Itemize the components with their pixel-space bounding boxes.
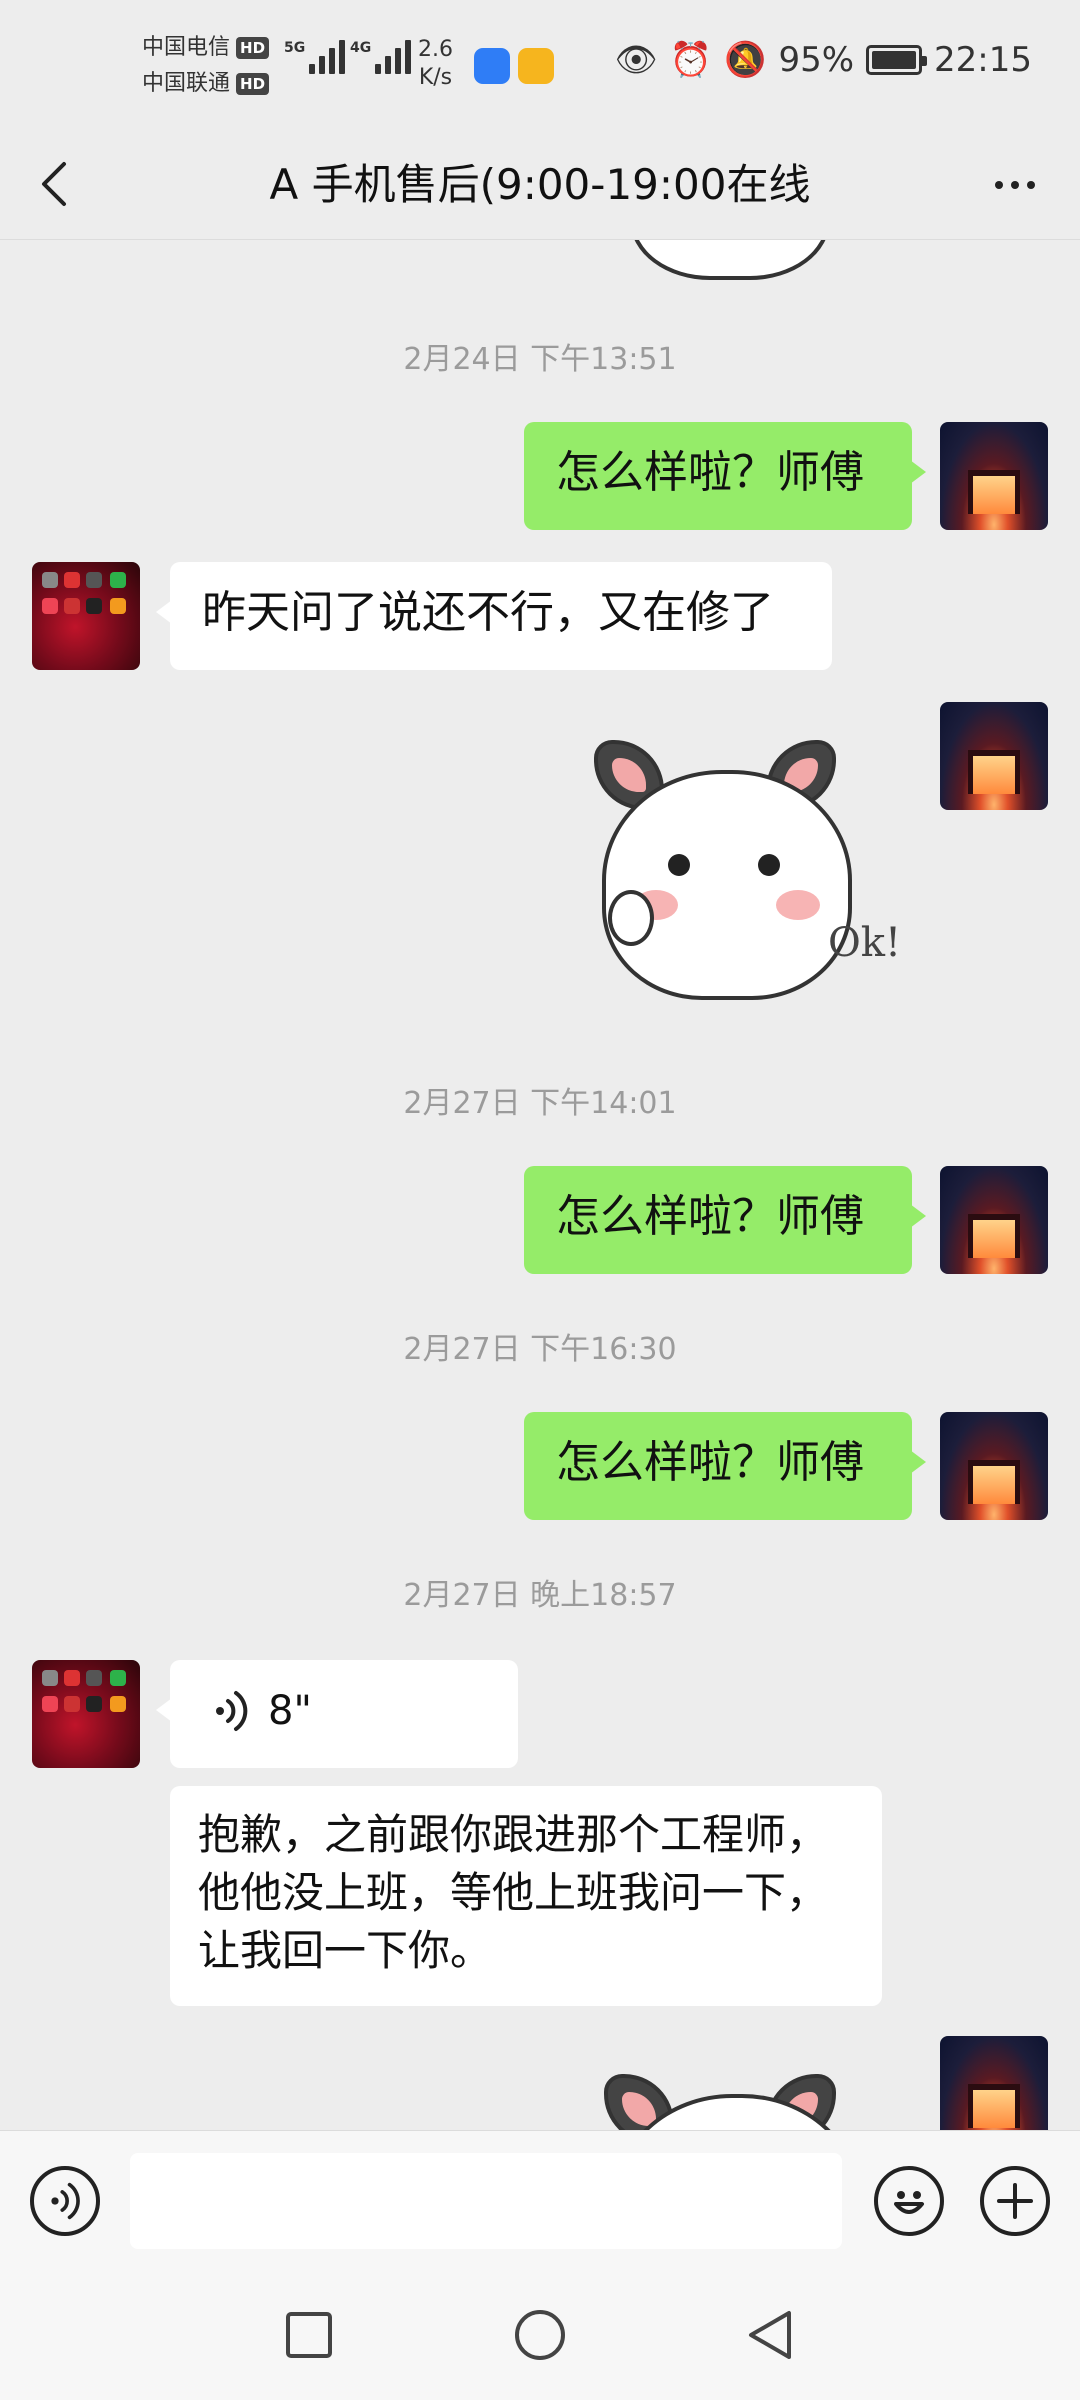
timestamp: 2月27日 下午16:30 (403, 1332, 677, 1367)
hd-badge-2: HD (236, 73, 270, 95)
eye-icon: 👁 (614, 40, 658, 80)
square-icon (286, 2312, 332, 2358)
system-status: 👁 ⏰ 🔕 95% 22:15 (615, 40, 1032, 80)
cat-face (602, 770, 852, 1000)
sticker-cat-ok[interactable]: Ok! (590, 730, 910, 1030)
message-input[interactable] (130, 2153, 842, 2249)
carrier-2: 中国联通 (142, 71, 231, 96)
message-bubble-sent[interactable]: 怎么样啦？师傅 (524, 1166, 926, 1274)
chat-title: A 手机售后(9:00-19:00在线 (269, 160, 811, 209)
voice-message[interactable]: 8" (156, 1660, 518, 1768)
input-bar (0, 2130, 1080, 2270)
contact-avatar[interactable] (32, 562, 140, 670)
alarm-icon: ⏰ (669, 40, 713, 80)
voice-wave-icon (216, 1691, 248, 1731)
battery-icon (866, 45, 928, 75)
signal-icon-1: 5G (284, 40, 346, 74)
back-nav-button[interactable] (736, 2300, 806, 2370)
triangle-back-icon (749, 2311, 791, 2359)
message-bubble-sent[interactable]: 怎么样啦？师傅 (524, 1412, 926, 1520)
timestamp: 2月27日 晚上18:57 (403, 1578, 677, 1613)
my-avatar[interactable] (940, 2036, 1048, 2130)
my-avatar[interactable] (940, 1412, 1048, 1520)
message-bubble-received[interactable]: 昨天问了说还不行，又在修了 (156, 562, 832, 670)
more-actions-button[interactable] (980, 2166, 1050, 2236)
chat-list[interactable]: 2月24日 下午13:51 怎么样啦？师傅 昨天问了说还不行，又在修了 Ok! … (0, 240, 1080, 2130)
more-button[interactable] (980, 160, 1050, 210)
sticker-caption: Ok! (828, 920, 902, 966)
carrier-info: 中国电信 HD 中国联通 HD (142, 30, 270, 102)
chat-header: A 手机售后(9:00-19:00在线 (0, 130, 1080, 240)
voice-duration: 8" (268, 1688, 312, 1734)
my-avatar[interactable] (940, 422, 1048, 530)
message-bubble-received[interactable]: 抱歉，之前跟你跟进那个工程师，他他没上班，等他上班我问一下，让我回一下你。 (170, 1786, 882, 2006)
voice-icon (51, 2182, 80, 2220)
cat-paw (608, 890, 654, 946)
browser-icon (474, 48, 510, 84)
network-speed: 2.6 K/s (418, 37, 453, 90)
message-bubble-sent[interactable]: 怎么样啦？师傅 (524, 422, 926, 530)
mute-icon: 🔕 (724, 40, 767, 80)
emoji-button[interactable] (874, 2166, 944, 2236)
battery-percent: 95% (778, 40, 855, 80)
contact-avatar[interactable] (32, 1660, 140, 1768)
timestamp: 2月24日 下午13:51 (403, 342, 677, 377)
system-nav-bar (0, 2270, 1080, 2400)
hd-badge-1: HD (236, 37, 270, 59)
my-avatar[interactable] (940, 1166, 1048, 1274)
home-button[interactable] (505, 2300, 575, 2370)
timestamp: 2月27日 下午14:01 (403, 1086, 677, 1121)
more-icon (995, 181, 1003, 189)
voice-input-button[interactable] (30, 2166, 100, 2236)
sticker-partial-bottom[interactable] (590, 2064, 910, 2130)
carrier-1: 中国电信 (142, 35, 231, 60)
clock: 22:15 (934, 40, 1032, 80)
smile-icon (894, 2191, 924, 2214)
circle-icon (515, 2310, 565, 2360)
my-avatar[interactable] (940, 702, 1048, 810)
signal-icon-2: 4G (350, 40, 412, 74)
status-bar: 中国电信 HD 中国联通 HD 5G 4G 2.6 K/s 👁 ⏰ 🔕 95% … (0, 0, 1080, 130)
weibo-icon (518, 48, 554, 84)
recents-button[interactable] (274, 2300, 344, 2370)
plus-icon (997, 2183, 1033, 2219)
